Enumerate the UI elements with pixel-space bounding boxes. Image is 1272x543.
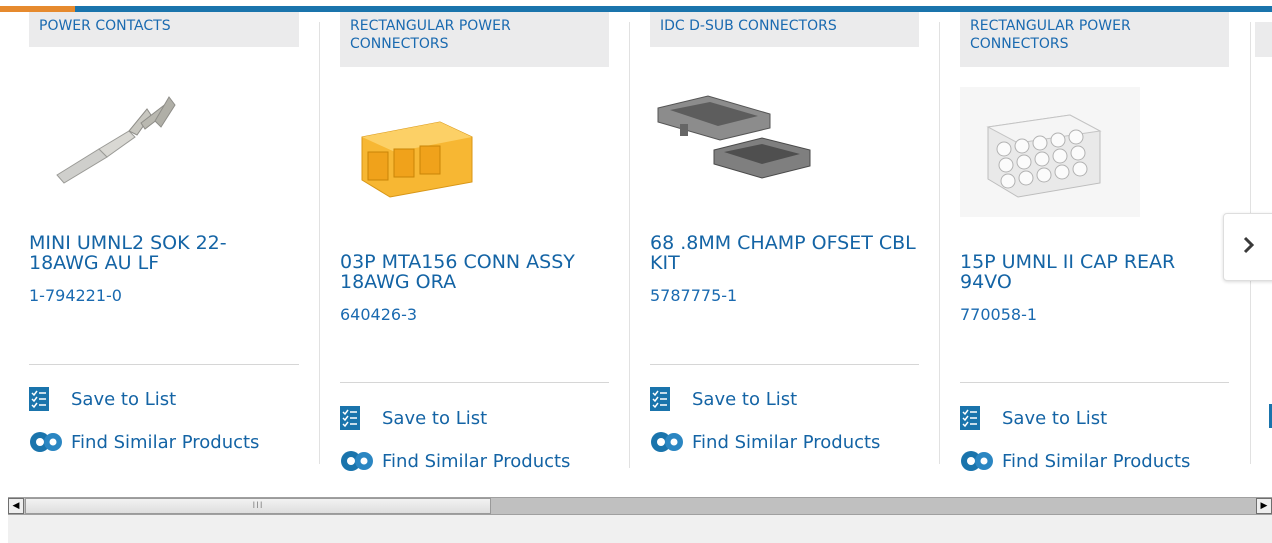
- product-category[interactable]: IDC D-SUB CONNECTORS: [650, 12, 919, 47]
- save-to-list-label: Save to List: [692, 388, 798, 410]
- save-to-list-button[interactable]: Save to List: [340, 406, 487, 430]
- card-separator: [939, 22, 940, 464]
- card-divider: [650, 364, 919, 365]
- carousel-next-button[interactable]: [1223, 213, 1272, 281]
- checklist-icon: [650, 387, 670, 411]
- part-number[interactable]: 5787775-1: [650, 286, 737, 305]
- product-card: RECTANGULAR POWER CONNECTORS 03P MTA156 …: [340, 12, 610, 482]
- plug-housing-image: [960, 87, 1140, 217]
- product-image[interactable]: [29, 87, 209, 217]
- window-bottom-area: [8, 515, 1272, 543]
- product-card: IDC D-SUB CONNECTORS 68 .8MM CHAMP OFSET…: [650, 12, 920, 462]
- product-title[interactable]: 68 .8MM CHAMP OFSET CBL KIT: [650, 233, 919, 273]
- product-card: POWER CONTACTS MINI UMNL2 SOK 22-18AWG A…: [29, 12, 299, 462]
- partial-category-bar: [1255, 22, 1272, 57]
- gears-icon: [29, 429, 63, 455]
- checklist-icon: [340, 406, 360, 430]
- part-number[interactable]: 770058-1: [960, 305, 1037, 324]
- save-to-list-button[interactable]: Save to List: [650, 387, 797, 411]
- scroll-right-button[interactable]: ▶: [1256, 498, 1272, 514]
- product-title[interactable]: 03P MTA156 CONN ASSY 18AWG ORA: [340, 252, 609, 292]
- save-to-list-label: Save to List: [71, 388, 177, 410]
- save-to-list-label: Save to List: [382, 407, 488, 429]
- contact-pin-image: [56, 96, 176, 184]
- product-title[interactable]: MINI UMNL2 SOK 22-18AWG AU LF: [29, 233, 259, 273]
- product-image[interactable]: [960, 87, 1140, 217]
- part-number[interactable]: 1-794221-0: [29, 286, 122, 305]
- find-similar-label: Find Similar Products: [382, 450, 571, 472]
- find-similar-products-button[interactable]: Find Similar Products: [960, 448, 1190, 474]
- product-category[interactable]: POWER CONTACTS: [29, 12, 299, 47]
- card-divider: [340, 382, 609, 383]
- part-number[interactable]: 640426-3: [340, 305, 417, 324]
- card-divider: [960, 382, 1229, 383]
- dsub-connector-image: [657, 95, 811, 179]
- find-similar-label: Find Similar Products: [1002, 450, 1191, 472]
- product-image[interactable]: [650, 80, 830, 210]
- find-similar-label: Find Similar Products: [692, 431, 881, 453]
- housing-connector-image: [361, 121, 473, 198]
- scroll-left-button[interactable]: ◀: [8, 498, 24, 514]
- save-to-list-button[interactable]: Save to List: [960, 406, 1107, 430]
- chevron-right-icon: [1242, 233, 1256, 261]
- find-similar-products-button[interactable]: Find Similar Products: [340, 448, 570, 474]
- find-similar-products-button[interactable]: Find Similar Products: [29, 429, 259, 455]
- card-divider: [29, 364, 299, 365]
- scrollbar-grip: III: [252, 501, 264, 511]
- gears-icon: [650, 429, 684, 455]
- checklist-icon: [960, 406, 980, 430]
- card-separator: [629, 22, 630, 468]
- find-similar-products-button[interactable]: Find Similar Products: [650, 429, 880, 455]
- gears-icon: [960, 448, 994, 474]
- product-category[interactable]: RECTANGULAR POWER CONNECTORS: [960, 12, 1229, 67]
- product-image[interactable]: [340, 92, 520, 222]
- scrollbar-thumb[interactable]: III: [25, 498, 491, 514]
- save-to-list-label: Save to List: [1002, 407, 1108, 429]
- card-separator: [319, 22, 320, 464]
- find-similar-label: Find Similar Products: [71, 431, 260, 453]
- checklist-icon: [29, 387, 49, 411]
- gears-icon: [340, 448, 374, 474]
- product-category[interactable]: RECTANGULAR POWER CONNECTORS: [340, 12, 609, 67]
- save-to-list-button[interactable]: Save to List: [29, 387, 176, 411]
- product-card: RECTANGULAR POWER CONNECTORS 15P UMNL II…: [960, 12, 1230, 482]
- horizontal-scrollbar[interactable]: ◀ III ▶: [8, 497, 1272, 515]
- product-title[interactable]: 15P UMNL II CAP REAR 94VO: [960, 252, 1200, 292]
